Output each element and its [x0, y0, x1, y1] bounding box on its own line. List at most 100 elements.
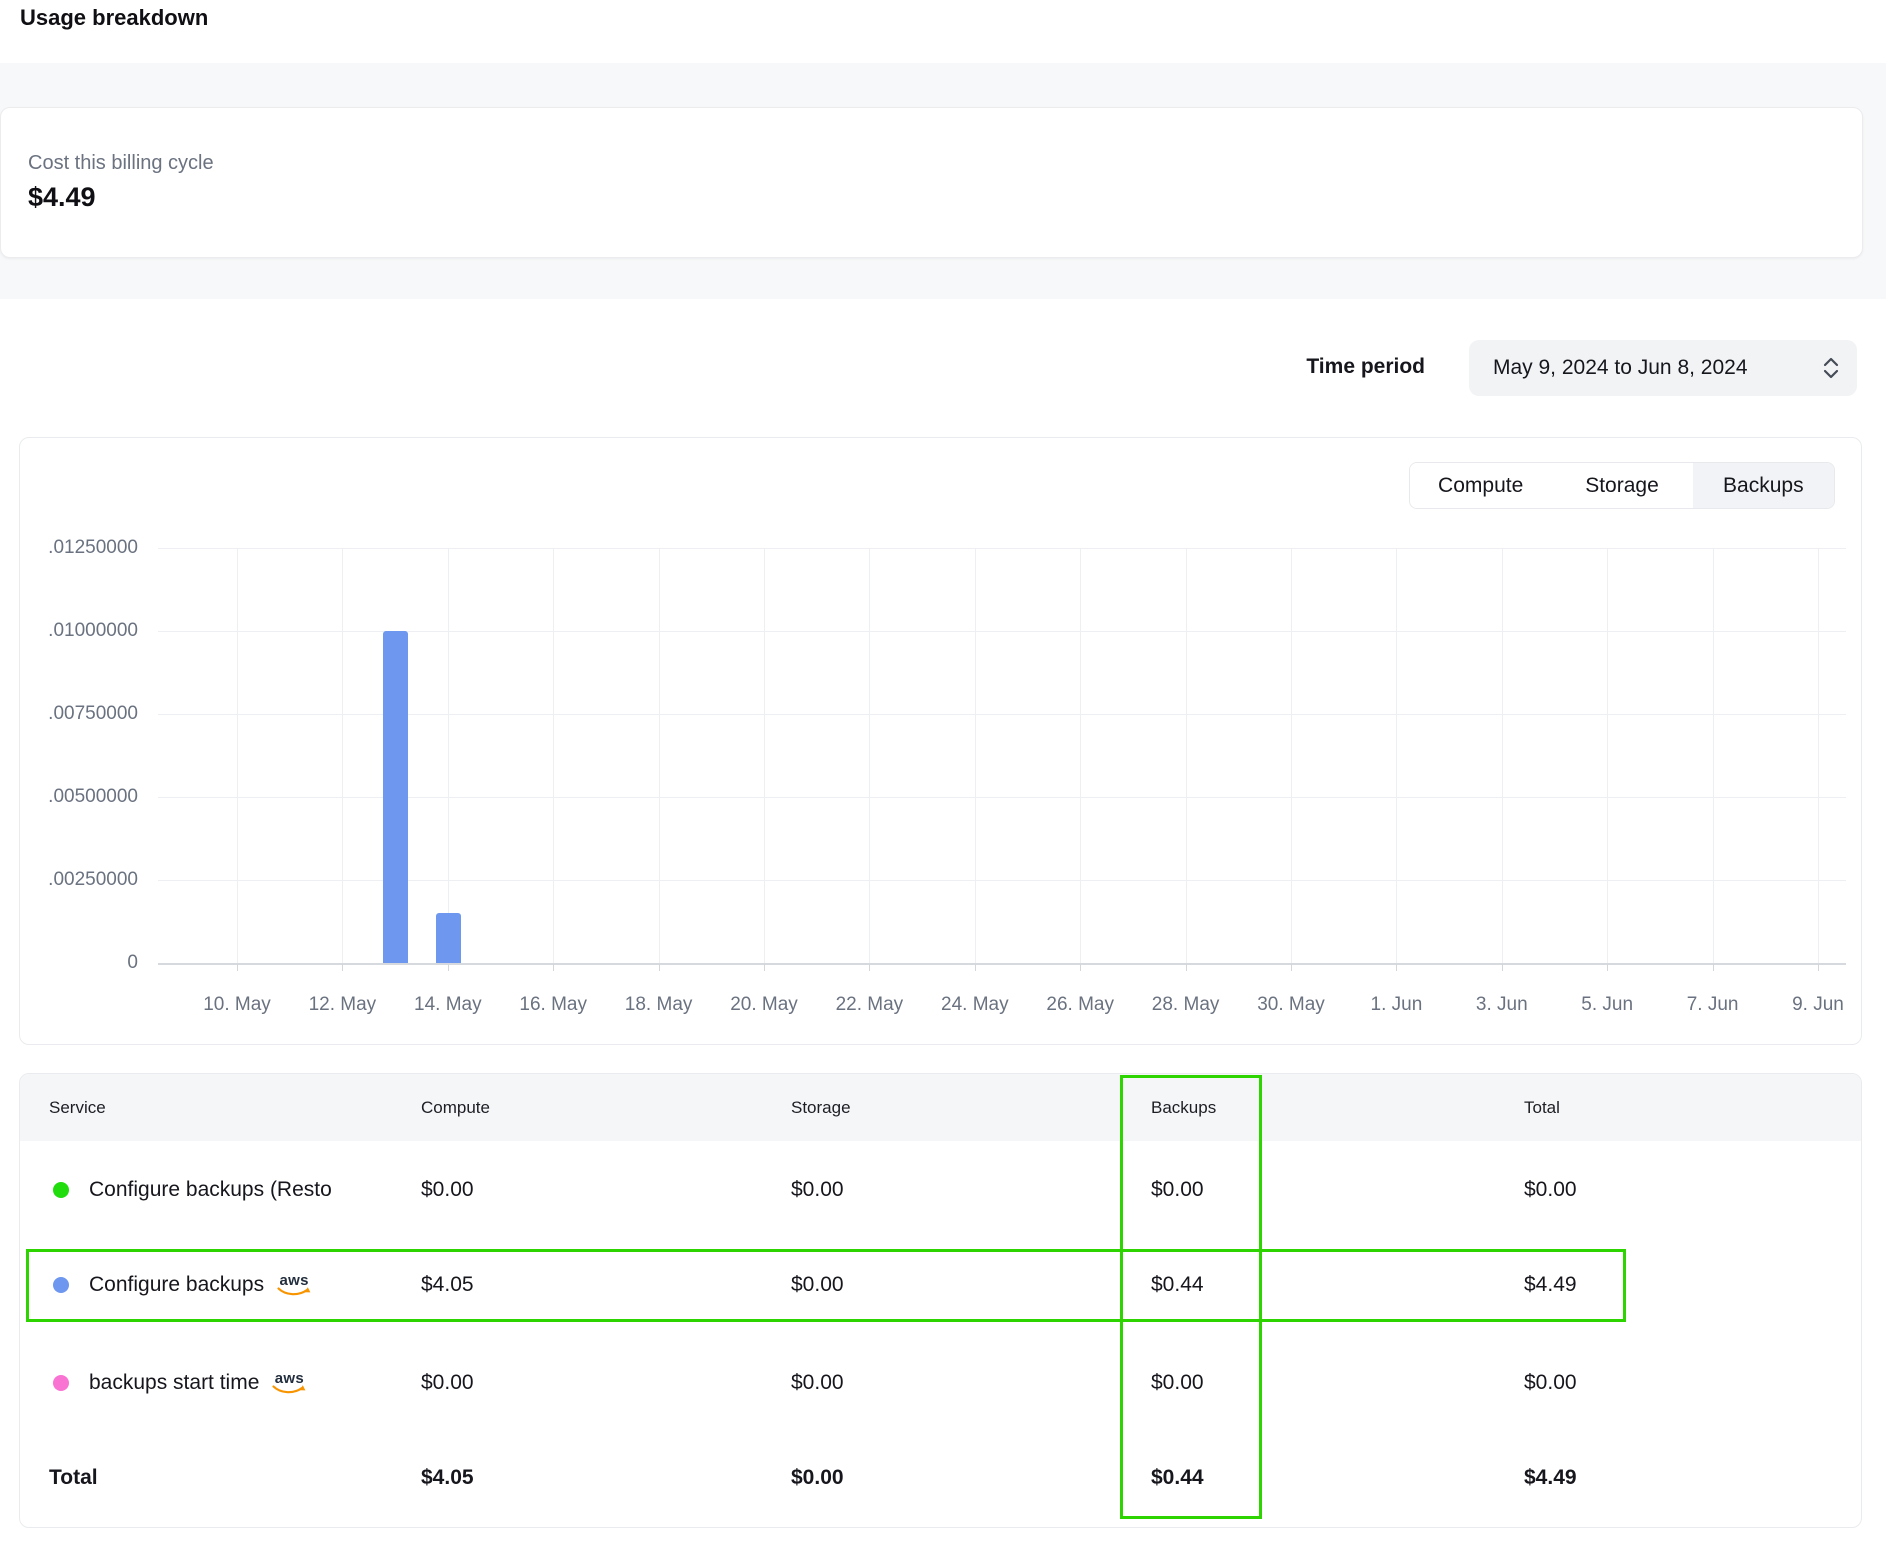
- x-gridline: [448, 548, 449, 963]
- x-axis-tick-label: 18. May: [613, 994, 705, 1016]
- x-gridline: [237, 548, 238, 963]
- x-axis-tick-mark: [975, 964, 976, 971]
- x-axis-tick-label: 10. May: [191, 994, 283, 1016]
- service-cell: Configure backups (Resto: [53, 1142, 332, 1238]
- usage-breakdown-page: Usage breakdown Cost this billing cycle …: [0, 0, 1886, 1548]
- column-header-backups: Backups: [1151, 1074, 1216, 1141]
- x-axis-tick-label: 24. May: [929, 994, 1021, 1016]
- usage-chart-card: Compute Storage Backups .01250000.010000…: [19, 437, 1862, 1045]
- y-axis-tick-label: .01000000: [20, 620, 138, 642]
- service-cell: Configure backups aws: [53, 1237, 311, 1333]
- y-axis-tick-label: .00500000: [20, 786, 138, 808]
- x-axis-tick-mark: [869, 964, 870, 971]
- x-gridline: [659, 548, 660, 963]
- x-gridline: [342, 548, 343, 963]
- x-axis-tick-label: 28. May: [1140, 994, 1232, 1016]
- x-gridline: [553, 548, 554, 963]
- x-axis-tick-label: 12. May: [296, 994, 388, 1016]
- x-axis-tick-label: 16. May: [507, 994, 599, 1016]
- storage-total-cell: $0.00: [791, 1430, 844, 1526]
- x-axis-tick-label: 20. May: [718, 994, 810, 1016]
- cost-card-label: Cost this billing cycle: [28, 152, 214, 175]
- usage-table-card: Service Compute Storage Backups Total Co…: [19, 1073, 1862, 1528]
- x-axis-tick-mark: [1607, 964, 1608, 971]
- x-axis-tick-mark: [448, 964, 449, 971]
- x-axis-tick-mark: [1396, 964, 1397, 971]
- total-cost-cell: $0.00: [1524, 1142, 1577, 1238]
- chart-bar-13-May: [383, 631, 408, 963]
- time-period-value: May 9, 2024 to Jun 8, 2024: [1493, 356, 1748, 380]
- column-header-storage: Storage: [791, 1074, 851, 1141]
- column-header-compute: Compute: [421, 1074, 490, 1141]
- x-gridline: [1713, 548, 1714, 963]
- series-dot-pink: [53, 1375, 69, 1391]
- compute-total-cell: $4.05: [421, 1430, 474, 1526]
- total-row-label: Total: [49, 1430, 98, 1526]
- x-gridline: [1186, 548, 1187, 963]
- page-title: Usage breakdown: [20, 5, 208, 31]
- x-gridline: [1396, 548, 1397, 963]
- y-axis-tick-label: .00250000: [20, 869, 138, 891]
- x-axis-tick-mark: [1818, 964, 1819, 971]
- compute-cost-cell: $0.00: [421, 1335, 474, 1431]
- y-gridline: [158, 631, 1846, 632]
- table-header-row: Service Compute Storage Backups Total: [20, 1074, 1861, 1141]
- service-name: Configure backups: [89, 1273, 264, 1297]
- x-axis-tick-mark: [1291, 964, 1292, 971]
- x-gridline: [1502, 548, 1503, 963]
- backups-total-cell: $0.44: [1151, 1430, 1204, 1526]
- compute-cost-cell: $4.05: [421, 1237, 474, 1333]
- column-header-service: Service: [49, 1074, 106, 1141]
- backups-bar-chart: .01250000 .01000000 .00750000 .00500000 .002…: [20, 438, 1861, 1044]
- x-gridline: [869, 548, 870, 963]
- y-axis-tick-label: .01250000: [20, 537, 138, 559]
- service-name: Configure backups (Resto: [89, 1178, 332, 1202]
- x-axis-tick-label: 3. Jun: [1456, 994, 1548, 1016]
- cost-card: Cost this billing cycle $4.49: [0, 107, 1863, 258]
- x-gridline: [1818, 548, 1819, 963]
- backups-cost-cell: $0.44: [1151, 1237, 1204, 1333]
- storage-cost-cell: $0.00: [791, 1237, 844, 1333]
- x-axis-tick-mark: [1186, 964, 1187, 971]
- chart-bar-14-May: [436, 913, 461, 963]
- aws-logo-icon: aws: [277, 1273, 311, 1297]
- x-axis-tick-mark: [764, 964, 765, 971]
- total-cost-cell: $4.49: [1524, 1237, 1577, 1333]
- time-period-label: Time period: [1270, 355, 1425, 379]
- table-total-row: Total $4.05 $0.00 $0.44 $4.49: [20, 1430, 1861, 1526]
- table-row-configure-backups: Configure backups aws $4.05 $0.00 $0.44 …: [20, 1237, 1861, 1333]
- x-axis-tick-mark: [237, 964, 238, 971]
- column-header-total: Total: [1524, 1074, 1560, 1141]
- service-name: backups start time: [89, 1371, 259, 1395]
- x-axis-tick-label: 14. May: [402, 994, 494, 1016]
- x-axis-tick-label: 9. Jun: [1772, 994, 1864, 1016]
- series-dot-green: [53, 1182, 69, 1198]
- backups-cost-cell: $0.00: [1151, 1142, 1204, 1238]
- x-axis-tick-mark: [1502, 964, 1503, 971]
- y-gridline: [158, 548, 1846, 549]
- table-row-configure-backups-restored: Configure backups (Resto $0.00 $0.00 $0.…: [20, 1142, 1861, 1238]
- table-row-backups-start-time: backups start time aws $0.00 $0.00 $0.00…: [20, 1335, 1861, 1431]
- series-dot-blue: [53, 1277, 69, 1293]
- service-cell: backups start time aws: [53, 1335, 306, 1431]
- time-period-select[interactable]: May 9, 2024 to Jun 8, 2024: [1469, 340, 1857, 396]
- x-axis-tick-label: 5. Jun: [1561, 994, 1653, 1016]
- x-gridline: [1291, 548, 1292, 963]
- total-cost-cell: $0.00: [1524, 1335, 1577, 1431]
- storage-cost-cell: $0.00: [791, 1335, 844, 1431]
- aws-logo-icon: aws: [272, 1371, 306, 1395]
- storage-cost-cell: $0.00: [791, 1142, 844, 1238]
- grand-total-cell: $4.49: [1524, 1430, 1577, 1526]
- y-gridline: [158, 880, 1846, 881]
- backups-cost-cell: $0.00: [1151, 1335, 1204, 1431]
- x-axis-tick-label: 7. Jun: [1667, 994, 1759, 1016]
- x-axis-tick-label: 22. May: [823, 994, 915, 1016]
- y-axis-tick-label: .00750000: [20, 703, 138, 725]
- billing-summary-section: Cost this billing cycle $4.49: [0, 63, 1886, 299]
- y-gridline: [158, 797, 1846, 798]
- x-axis-tick-mark: [553, 964, 554, 971]
- x-gridline: [764, 548, 765, 963]
- x-axis-line: [158, 963, 1846, 965]
- x-axis-tick-mark: [1080, 964, 1081, 971]
- unfold-chevron-icon: [1821, 355, 1841, 387]
